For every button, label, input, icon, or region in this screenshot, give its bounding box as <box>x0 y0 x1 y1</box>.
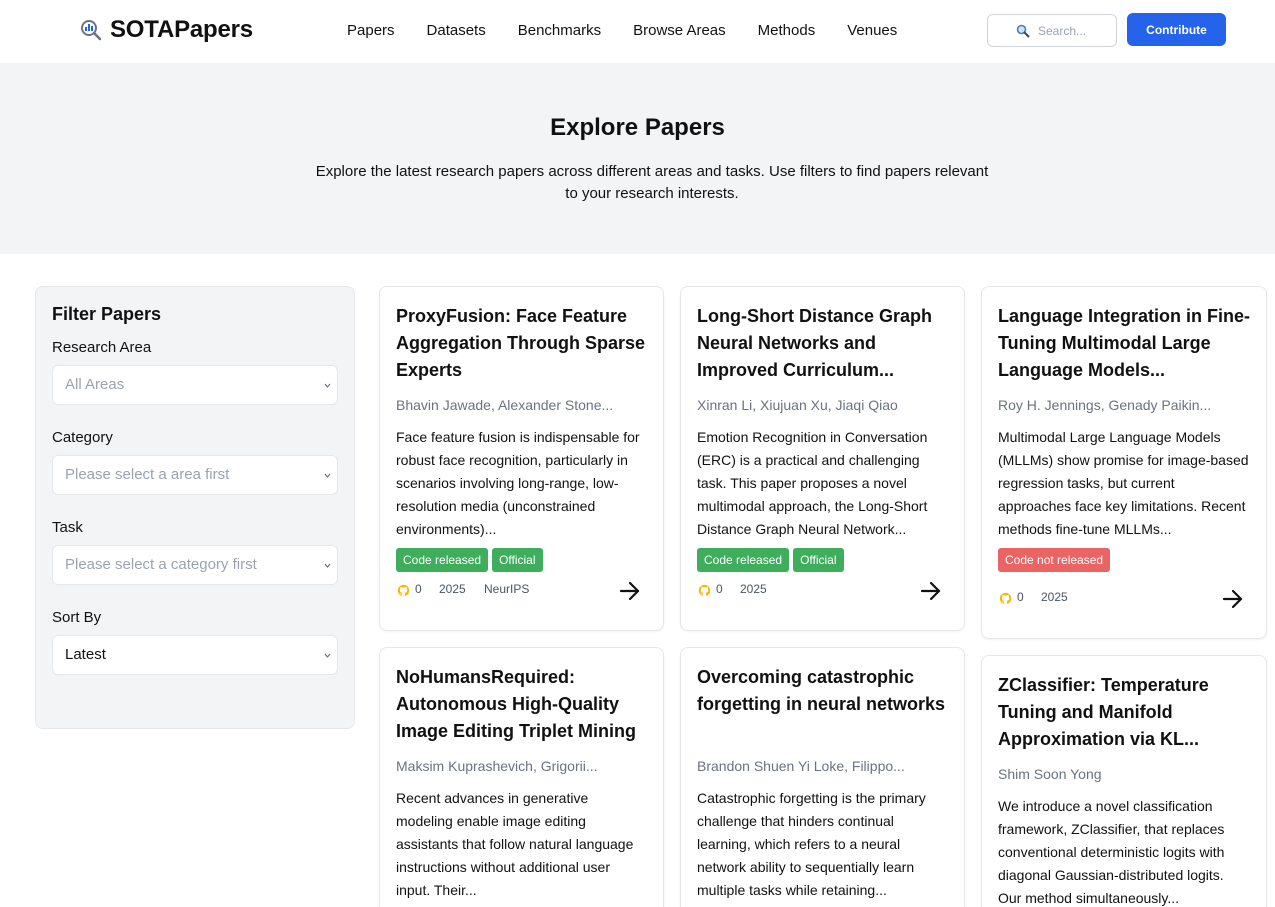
logo-icon <box>81 20 102 41</box>
category-value: Please select a area first <box>65 466 230 483</box>
task-label: Task <box>52 519 83 536</box>
paper-meta: 0 2025 NeurIPS <box>396 572 647 612</box>
paper-abstract: Recent advances in generative modeling e… <box>396 790 634 898</box>
github-icon <box>397 584 410 596</box>
paper-card[interactable]: Long-Short Distance Graph Neural Network… <box>680 286 965 631</box>
nav-methods[interactable]: Methods <box>758 22 816 39</box>
paper-venue: NeurIPS <box>484 582 530 596</box>
task-select[interactable]: Please select a category first <box>52 545 338 585</box>
nav-venues[interactable]: Venues <box>847 22 897 39</box>
paper-card[interactable]: Language Integration in Fine-Tuning Mult… <box>981 286 1267 639</box>
paper-abstract: Emotion Recognition in Conversation (ERC… <box>697 429 928 537</box>
search-box[interactable] <box>987 14 1117 47</box>
arrow-right-icon[interactable] <box>619 580 641 602</box>
badge-row: Code not released <box>998 548 1250 572</box>
paper-card[interactable]: ProxyFusion: Face Feature Aggregation Th… <box>379 286 664 631</box>
github-icon <box>698 584 711 596</box>
paper-title[interactable]: NoHumansRequired: Autonomous High-Qualit… <box>396 664 647 745</box>
code-released-badge: Code released <box>396 548 489 572</box>
paper-abstract: Catastrophic forgetting is the primary c… <box>697 790 926 898</box>
contribute-button[interactable]: Contribute <box>1127 13 1226 46</box>
filter-panel: Filter Papers Research Area All Areas Ca… <box>35 286 355 729</box>
top-navbar: SOTAPapers Papers Datasets Benchmarks Br… <box>0 0 1275 63</box>
page-title: Explore Papers <box>550 114 725 141</box>
research-area-value: All Areas <box>65 376 125 393</box>
search-input[interactable] <box>1038 23 1108 38</box>
paper-authors: Shim Soon Yong <box>998 766 1102 782</box>
chevron-down-icon <box>324 563 331 568</box>
chevron-down-icon <box>324 653 331 658</box>
chevron-down-icon <box>324 383 331 388</box>
paper-year: 2025 <box>740 582 767 596</box>
paper-year: 2025 <box>1041 590 1068 604</box>
paper-card[interactable]: ZClassifier: Temperature Tuning and Mani… <box>981 655 1267 907</box>
main-nav: Papers Datasets Benchmarks Browse Areas … <box>347 22 897 39</box>
paper-authors: Xinran Li, Xiujuan Xu, Jiaqi Qiao <box>697 397 898 413</box>
research-area-label: Research Area <box>52 339 152 356</box>
star-count: 0 <box>716 582 723 596</box>
github-icon <box>999 592 1012 604</box>
paper-title[interactable]: Language Integration in Fine-Tuning Mult… <box>998 303 1250 384</box>
paper-authors: Maksim Kuprashevich, Grigorii... <box>396 758 598 774</box>
category-label: Category <box>52 429 113 446</box>
code-not-released-badge: Code not released <box>998 548 1111 572</box>
paper-title[interactable]: Overcoming catastrophic forgetting in ne… <box>697 664 948 745</box>
sort-by-value: Latest <box>65 646 106 663</box>
page-description: Explore the latest research papers acros… <box>315 163 989 202</box>
star-count: 0 <box>1017 590 1024 604</box>
search-icon <box>1016 24 1030 38</box>
chevron-down-icon <box>324 473 331 478</box>
research-area-select[interactable]: All Areas <box>52 365 338 405</box>
code-released-badge: Code released <box>697 548 790 572</box>
paper-card[interactable]: Overcoming catastrophic forgetting in ne… <box>680 647 965 907</box>
star-count: 0 <box>415 582 422 596</box>
nav-datasets[interactable]: Datasets <box>427 22 486 39</box>
paper-meta: 0 2025 <box>998 580 1250 620</box>
nav-papers[interactable]: Papers <box>347 22 395 39</box>
logo[interactable]: SOTAPapers <box>79 16 253 44</box>
badge-row: Code released Official <box>396 548 647 572</box>
paper-authors: Brandon Shuen Yi Loke, Filippo... <box>697 758 905 774</box>
paper-title[interactable]: Long-Short Distance Graph Neural Network… <box>697 303 948 384</box>
arrow-right-icon[interactable] <box>1222 588 1244 610</box>
nav-browse-areas[interactable]: Browse Areas <box>633 22 726 39</box>
paper-meta: 0 2025 <box>697 572 948 612</box>
arrow-right-icon[interactable] <box>920 580 942 602</box>
task-value: Please select a category first <box>65 556 257 573</box>
badge-row: Code released Official <box>697 548 948 572</box>
sort-by-select[interactable]: Latest <box>52 635 338 675</box>
filter-title: Filter Papers <box>52 304 162 324</box>
nav-benchmarks[interactable]: Benchmarks <box>518 22 601 39</box>
category-select[interactable]: Please select a area first <box>52 455 338 495</box>
paper-card[interactable]: NoHumansRequired: Autonomous High-Qualit… <box>379 647 664 907</box>
logo-text: SOTAPapers <box>110 16 253 43</box>
hero-section: Explore Papers Explore the latest resear… <box>0 63 1275 254</box>
paper-abstract: Face feature fusion is indispensable for… <box>396 429 640 537</box>
official-badge: Official <box>492 548 543 572</box>
official-badge: Official <box>793 548 844 572</box>
paper-title[interactable]: ZClassifier: Temperature Tuning and Mani… <box>998 672 1250 753</box>
paper-year: 2025 <box>439 582 466 596</box>
paper-authors: Bhavin Jawade, Alexander Stone... <box>396 397 614 413</box>
paper-authors: Roy H. Jennings, Genady Paikin... <box>998 397 1212 413</box>
sort-by-label: Sort By <box>52 609 102 626</box>
paper-abstract: Multimodal Large Language Models (MLLMs)… <box>998 429 1249 537</box>
paper-title[interactable]: ProxyFusion: Face Feature Aggregation Th… <box>396 303 647 384</box>
paper-abstract: We introduce a novel classification fram… <box>998 798 1225 906</box>
